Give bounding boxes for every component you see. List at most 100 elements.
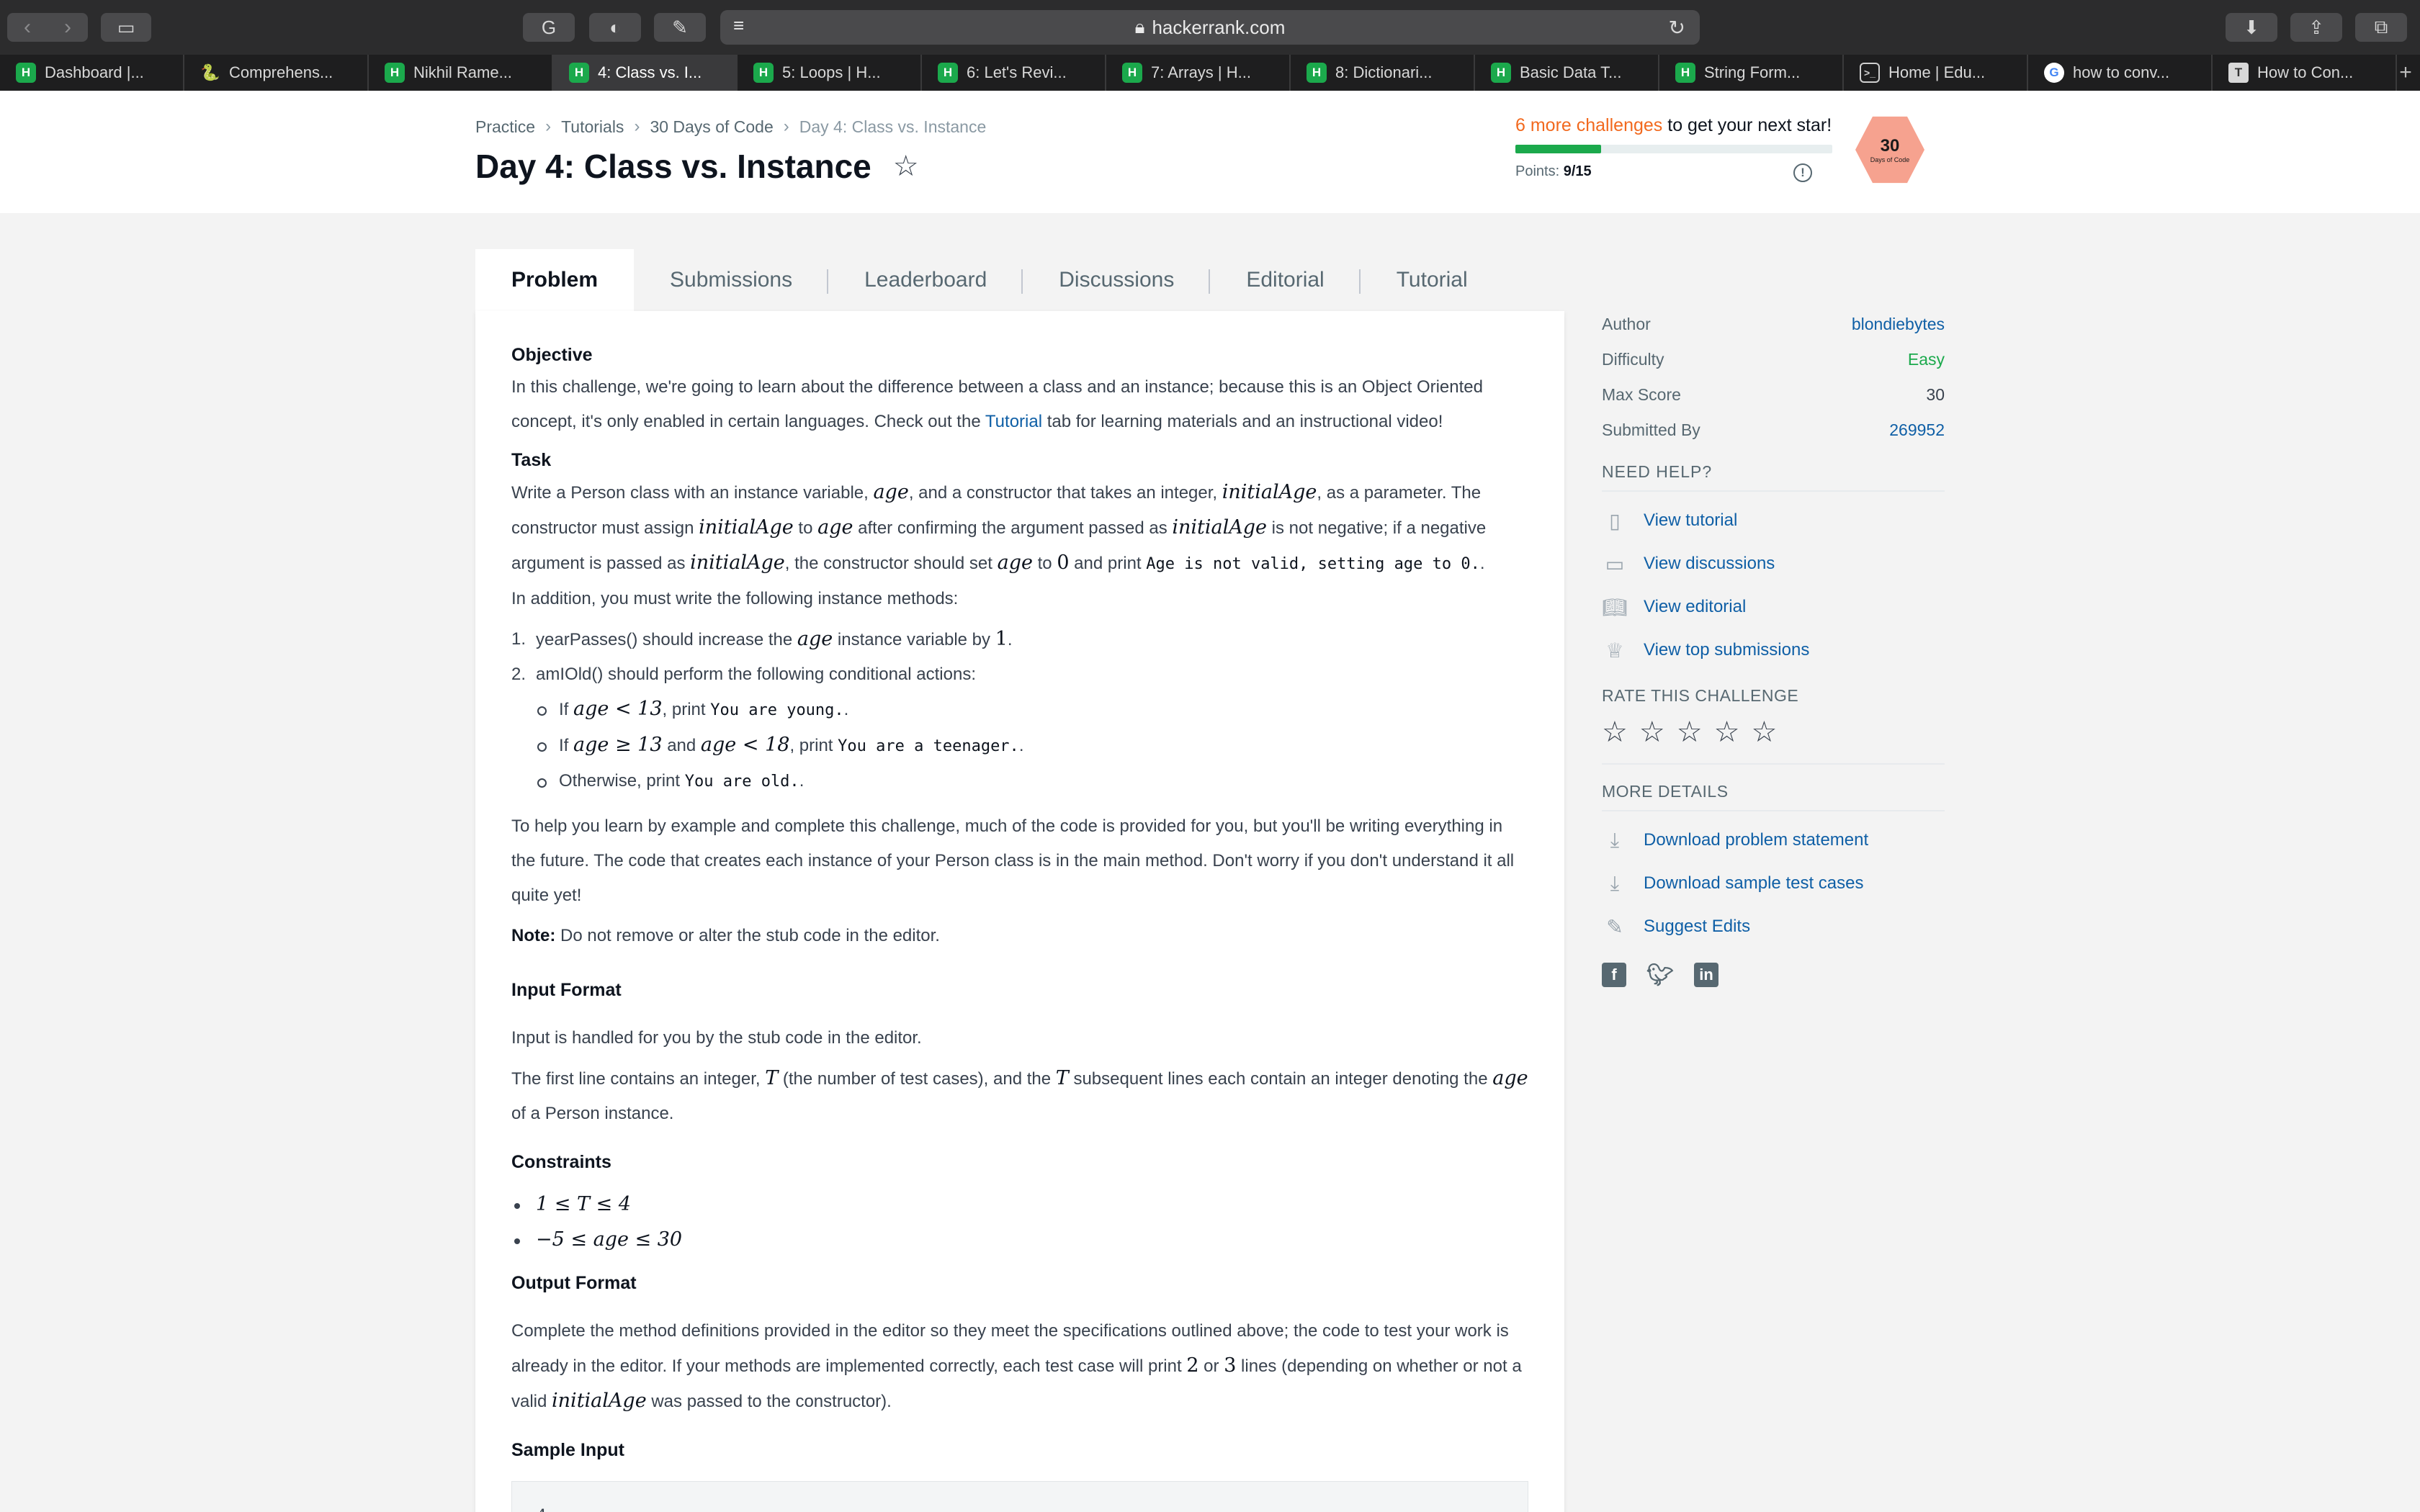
tab-problem[interactable]: Problem — [475, 249, 635, 311]
list-item: 2. amIOld() should perform the following … — [511, 665, 976, 684]
browser-tab-label: Comprehens... — [229, 63, 333, 81]
star-3-icon[interactable]: ☆ — [1677, 716, 1703, 749]
view-editorial-link[interactable]: 📖︎ View editorial — [1602, 585, 1945, 629]
input-format-p1: Input is handled for you by the stub cod… — [511, 1028, 922, 1048]
help-text: To help you learn by example and complet… — [511, 816, 1515, 905]
new-tab-icon[interactable]: + — [2391, 55, 2420, 91]
browser-tab[interactable]: T How to Con... — [2213, 55, 2397, 91]
download-problem-statement-link[interactable]: ⤓ Download problem statement — [1602, 819, 1945, 862]
forward-icon[interactable]: › — [64, 17, 71, 38]
author-link[interactable]: blondiebytes — [1852, 315, 1945, 334]
tab-tutorial[interactable]: Tutorial — [1361, 249, 1504, 311]
twitter-icon[interactable]: 🐦︎ — [1646, 963, 1674, 987]
favicon-icon: H — [1491, 63, 1511, 83]
star-5-icon[interactable]: ☆ — [1751, 716, 1777, 749]
linkedin-icon[interactable]: in — [1694, 963, 1718, 987]
rating-stars: ☆ ☆ ☆ ☆ ☆ — [1602, 716, 1945, 765]
star-2-icon[interactable]: ☆ — [1639, 716, 1665, 749]
sample-input-block: 4 — [511, 1481, 1528, 1512]
constraints-heading: Constraints — [511, 1152, 611, 1172]
tab-submissions[interactable]: Submissions — [634, 249, 829, 311]
star-1-icon[interactable]: ☆ — [1602, 716, 1628, 749]
download-icon: ⤓ — [1610, 828, 1620, 851]
tab-leaderboard[interactable]: Leaderboard — [828, 249, 1023, 311]
meta-difficulty: Difficulty Easy — [1602, 350, 1945, 369]
tab-discussions[interactable]: Discussions — [1023, 249, 1211, 311]
max-score-value: 30 — [1926, 385, 1945, 404]
challenge-header: Practice › Tutorials › 30 Days of Code ›… — [0, 91, 2420, 213]
reload-icon[interactable]: ↻ — [1669, 16, 1685, 40]
browser-tab-label: String Form... — [1704, 63, 1801, 81]
browser-tab[interactable]: H 5: Loops | H... — [738, 55, 922, 91]
browser-tab[interactable]: 🐍 Comprehens... — [184, 55, 369, 91]
browser-tab-label: 6: Let's Revi... — [967, 63, 1067, 81]
nav-buttons: ‹ › — [7, 13, 88, 42]
favicon-icon: H — [1122, 63, 1142, 83]
browser-tab[interactable]: H 6: Let's Revi... — [922, 55, 1106, 91]
browser-tab[interactable]: H 4: Class vs. I... — [553, 55, 738, 91]
view-top-submissions-link[interactable]: ♕ View top submissions — [1602, 629, 1945, 672]
problem-tabs: Problem Submissions Leaderboard Discussi… — [475, 249, 1504, 311]
pencil-icon: ✎ — [1606, 915, 1623, 938]
sidebar-toggle-icon[interactable]: ▭ — [101, 13, 151, 42]
reader-icon[interactable]: ≡ — [733, 14, 744, 37]
objective-heading: Objective — [511, 345, 593, 365]
back-icon[interactable]: ‹ — [24, 17, 31, 38]
tab-editorial[interactable]: Editorial — [1210, 249, 1361, 311]
address-bar[interactable]: ≡ 🔒︎ hackerrank.com ↻ — [720, 10, 1700, 45]
breadcrumb-30-days[interactable]: 30 Days of Code — [650, 117, 773, 137]
bookmark-star-icon[interactable]: ☆ — [893, 150, 919, 183]
grammarly-extension-icon[interactable]: G — [523, 13, 575, 42]
browser-tab[interactable]: H 8: Dictionari... — [1291, 55, 1475, 91]
invalid-age-code: Age is not valid, setting age to 0. — [1146, 555, 1480, 573]
suggest-edits-link[interactable]: ✎ Suggest Edits — [1602, 905, 1945, 948]
browser-tab-strip: H Dashboard |... 🐍 Comprehens... H Nikhil Ram… — [0, 55, 2420, 91]
breadcrumb-tutorials[interactable]: Tutorials — [561, 117, 624, 137]
browser-tab-label: Dashboard |... — [45, 63, 144, 81]
star-progress: 6 more challenges to get your next star!… — [1515, 115, 1832, 182]
breadcrumb: Practice › Tutorials › 30 Days of Code ›… — [475, 117, 986, 137]
view-tutorial-link[interactable]: ▯ View tutorial — [1602, 499, 1945, 542]
browser-tab[interactable]: H 7: Arrays | H... — [1106, 55, 1291, 91]
browser-tab-label: 7: Arrays | H... — [1151, 63, 1251, 81]
favicon-icon: H — [1675, 63, 1695, 83]
meta-submitted-by: Submitted By 269952 — [1602, 420, 1945, 440]
facebook-icon[interactable]: f — [1602, 963, 1626, 987]
browser-tab[interactable]: Ghow to conv... — [2028, 55, 2213, 91]
submitted-by-link[interactable]: 269952 — [1889, 420, 1945, 440]
browser-tab[interactable]: H Nikhil Rame... — [369, 55, 553, 91]
url-text: hackerrank.com — [1152, 16, 1286, 38]
browser-tab-label: Home | Edu... — [1888, 63, 1986, 81]
chevron-right-icon: › — [545, 117, 552, 136]
objective-text: In this challenge, we're going to learn … — [511, 377, 1483, 431]
chat-icon: ▭ — [1605, 552, 1625, 575]
tutorial-link[interactable]: Tutorial — [985, 412, 1042, 431]
page-title-text: Day 4: Class vs. Instance — [475, 148, 871, 185]
star-4-icon[interactable]: ☆ — [1714, 716, 1740, 749]
meta-max-score: Max Score 30 — [1602, 385, 1945, 404]
list-item: Otherwise, print You are old.. — [537, 764, 1528, 799]
progress-bar — [1515, 145, 1832, 153]
list-item: If age < 13, print You are young.. — [537, 692, 1528, 728]
view-discussions-link[interactable]: ▭ View discussions — [1602, 542, 1945, 585]
list-item: −5 ≤ age ≤ 30 — [514, 1223, 1528, 1258]
instance-methods-list: 1. yearPasses() should increase the age i… — [511, 622, 1528, 692]
days-of-code-badge[interactable]: 30 Days of Code — [1855, 116, 1924, 184]
breadcrumb-practice[interactable]: Practice — [475, 117, 535, 137]
notes-extension-icon[interactable]: ✎ — [654, 13, 706, 42]
info-icon[interactable]: ! — [1793, 163, 1812, 182]
tab-overview-icon[interactable]: ⧉ — [2355, 13, 2407, 42]
browser-tab[interactable]: H Basic Data T... — [1475, 55, 1659, 91]
chevron-right-icon: › — [634, 117, 640, 136]
browser-tab[interactable]: H String Form... — [1659, 55, 1844, 91]
page-title: Day 4: Class vs. Instance ☆ — [475, 147, 919, 186]
downloads-icon[interactable]: ⬇ — [2226, 13, 2277, 42]
browser-tab[interactable]: >_ Home | Edu... — [1844, 55, 2028, 91]
output-format-heading: Output Format — [511, 1273, 637, 1293]
breadcrumb-current: Day 4: Class vs. Instance — [799, 117, 987, 136]
share-icon[interactable]: ⇪ — [2290, 13, 2342, 42]
more-challenges-link[interactable]: 6 more challenges — [1515, 115, 1662, 135]
browser-tab[interactable]: H Dashboard |... — [0, 55, 184, 91]
download-sample-tests-link[interactable]: ⤓ Download sample test cases — [1602, 862, 1945, 905]
privacy-extension-icon[interactable]: ◐ — [589, 13, 641, 42]
